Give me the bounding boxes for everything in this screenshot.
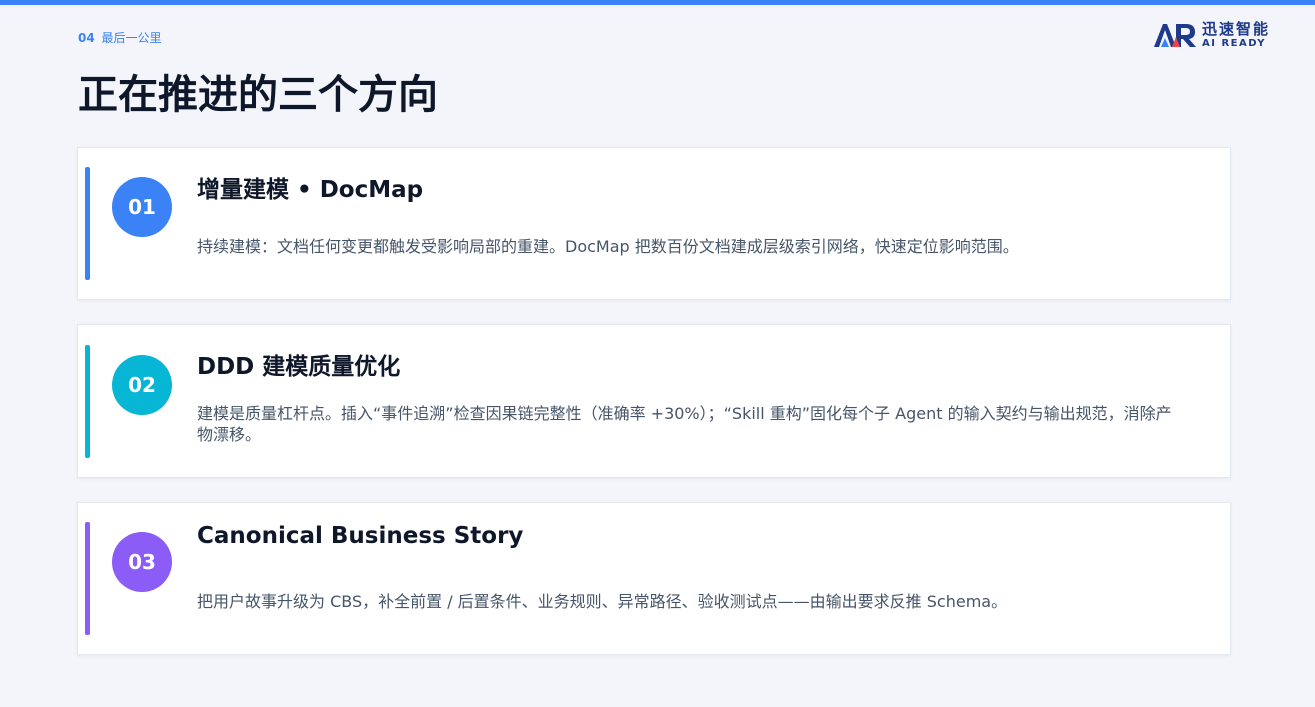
- card-title: DDD 建模质量优化: [197, 354, 401, 380]
- card-description: 建模是质量杠杆点。插入“事件追溯”检查因果链完整性（准确率 +30%）；“Ski…: [197, 404, 1172, 444]
- direction-card-1: 01 增量建模 • DocMap 持续建模：文档任何变更都触发受影响局部的重建。…: [77, 147, 1231, 300]
- card-description: 持续建模：文档任何变更都触发受影响局部的重建。DocMap 把数百份文档建成层级…: [197, 237, 1019, 256]
- card-title: Canonical Business Story: [197, 523, 524, 549]
- card-accent-bar: [85, 522, 90, 635]
- logo-brand-en: AI READY: [1202, 37, 1267, 49]
- direction-card-2: 02 DDD 建模质量优化 建模是质量杠杆点。插入“事件追溯”检查因果链完整性（…: [77, 324, 1231, 478]
- card-number-badge: 02: [112, 355, 172, 415]
- card-accent-bar: [85, 167, 90, 280]
- page-title: 正在推进的三个方向: [78, 72, 438, 118]
- brand-logo: 迅速智能 AI READY: [1152, 18, 1292, 52]
- card-accent-bar: [85, 345, 90, 458]
- card-title: 增量建模 • DocMap: [197, 177, 424, 203]
- section-label: 04 最后一公里: [78, 29, 162, 46]
- direction-card-3: 03 Canonical Business Story 把用户故事升级为 CBS…: [77, 502, 1231, 655]
- card-description: 把用户故事升级为 CBS，补全前置 / 后置条件、业务规则、异常路径、验收测试点…: [197, 592, 1008, 611]
- top-accent-bar: [0, 0, 1315, 5]
- card-number-badge: 03: [112, 532, 172, 592]
- logo-mark-icon: [1154, 24, 1196, 47]
- section-name: 最后一公里: [101, 31, 162, 45]
- card-number-badge: 01: [112, 177, 172, 237]
- section-number: 04: [78, 31, 95, 45]
- logo-brand-cn: 迅速智能: [1202, 19, 1271, 38]
- slide: 04 最后一公里 正在推进的三个方向 迅速智能 AI READY 01 增量建模…: [0, 0, 1315, 707]
